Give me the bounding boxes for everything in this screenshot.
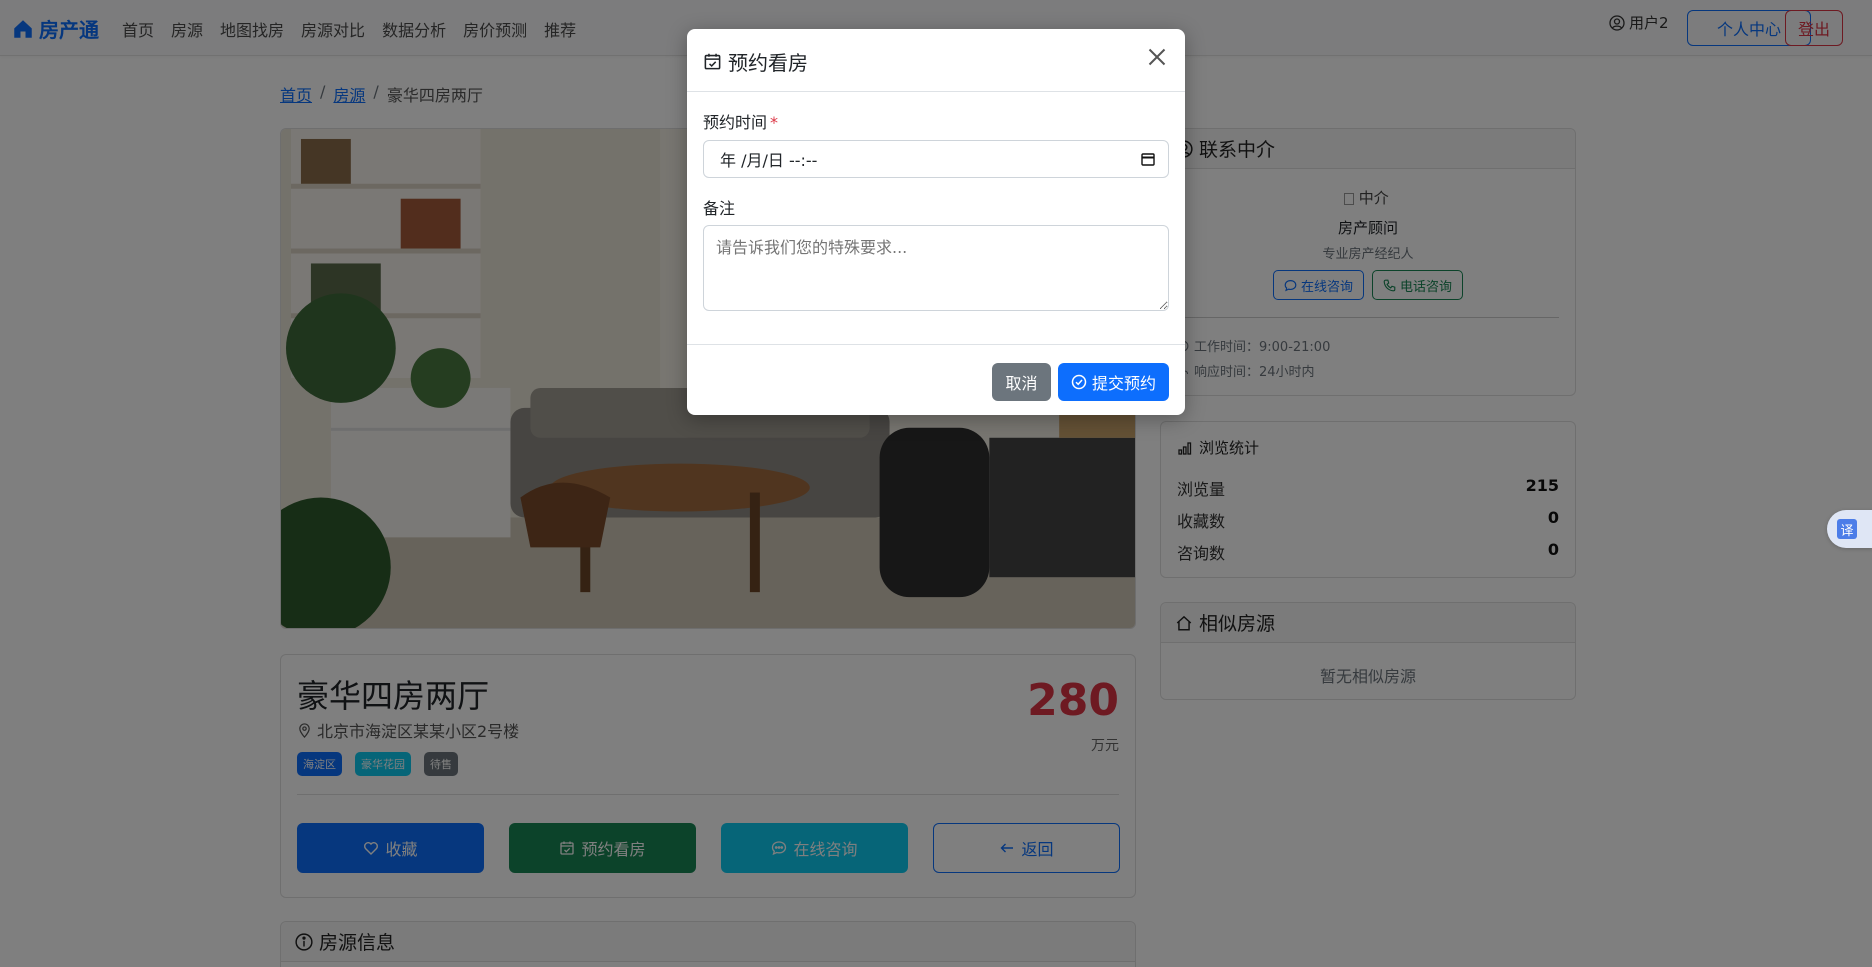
submit-booking-button[interactable]: 提交预约 [1058,363,1169,401]
translate-icon: 译 [1837,519,1857,539]
modal-footer: 取消 提交预约 [687,344,1185,415]
modal-header: 预约看房 [687,29,1185,92]
calendar-check-icon [704,53,721,70]
datetime-input[interactable]: 年 /月/日 --:-- [703,140,1169,178]
close-button[interactable] [1147,47,1171,71]
cancel-button[interactable]: 取消 [992,363,1051,401]
time-label-text: 预约时间 [703,113,768,132]
time-field-label: 预约时间 * [703,109,778,133]
modal-title: 预约看房 [703,47,808,76]
booking-modal: 预约看房 预约时间* 年 /月/日 --:-- 备注 取消 提交预约 [687,29,1185,415]
close-icon [1148,48,1166,66]
note-field-label: 备注 [703,199,736,218]
calendar-picker-icon[interactable] [1140,151,1156,167]
modal-title-text: 预约看房 [728,51,808,75]
datetime-value: 年 /月/日 --:-- [720,151,818,170]
note-textarea[interactable] [703,225,1169,311]
required-mark: * [770,113,779,132]
submit-booking-label: 提交预约 [1091,374,1156,393]
check-circle-icon [1071,374,1087,390]
translate-button[interactable]: 译 [1827,510,1872,548]
